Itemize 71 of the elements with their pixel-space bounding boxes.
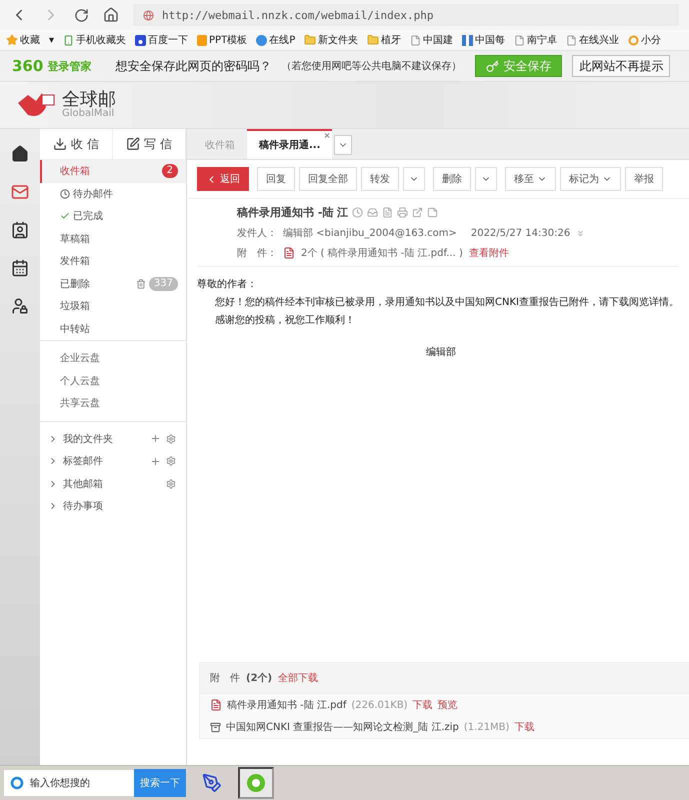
folder-item[interactable]: 草稿箱 <box>40 228 186 250</box>
bookmark[interactable]: 南宁卓 <box>514 33 558 47</box>
save-password-question: 想安全保存此网页的密码吗？ <box>115 58 272 74</box>
bookmark[interactable]: 中国每 <box>462 33 506 47</box>
address-bar[interactable]: http://webmail.nnzk.com/webmail/index.php <box>133 4 679 26</box>
brand-logo: 360 <box>12 57 44 75</box>
cloud-drive-item[interactable]: 个人云盘 <box>40 370 186 392</box>
count-badge: 337 <box>148 276 178 291</box>
toolbar-button[interactable]: 回复全部 <box>299 167 357 191</box>
bookmark[interactable]: 在线兴业 <box>566 33 620 47</box>
cloud-drive-item[interactable]: 共享云盘 <box>40 392 186 414</box>
bookmark[interactable]: ▾ <box>49 34 54 46</box>
folder-group[interactable]: 我的文件夹 <box>63 432 145 446</box>
logo-subtitle: GlobalMail <box>62 109 116 119</box>
cloud-drive-item[interactable]: 企业云盘 <box>40 347 186 370</box>
file-name: 中国知网CNKI 查重报告——知网论文检测_陆 江.zip <box>226 720 459 734</box>
bookmark[interactable]: PPT模板 <box>197 33 248 47</box>
folder-item[interactable]: 垃圾箱 <box>40 295 186 318</box>
mail-date: 2022/5/27 14:30:26 <box>470 228 570 238</box>
toolbar-button[interactable]: 回复 <box>257 167 295 191</box>
search-field[interactable]: 输入你想搜的 <box>4 770 134 796</box>
never-button[interactable]: 此网站不再提示 <box>572 55 670 77</box>
folder-item[interactable]: 已删除 337 <box>40 272 186 295</box>
sender-label: 发件人： <box>237 227 277 240</box>
brand-name: 登录管家 <box>47 58 92 74</box>
download-all-link[interactable]: 全部下载 <box>278 671 318 685</box>
toolbar-button[interactable]: 删除 <box>433 167 471 191</box>
tab[interactable]: 稿件录用通... × <box>247 129 332 159</box>
bookmark[interactable]: 手机收藏夹 <box>63 33 126 47</box>
back-button[interactable]: 返回 <box>197 167 249 191</box>
bookmark[interactable]: 植牙 <box>367 33 402 47</box>
hint-text: （若您使用网吧等公共电脑不建议保存） <box>281 60 462 73</box>
search-button[interactable]: 搜索一下 <box>134 769 186 797</box>
folder-item[interactable]: 中转站 <box>40 318 186 340</box>
logo-title: 全球邮 <box>62 91 116 109</box>
bookmark[interactable]: 百度一下 <box>135 33 188 47</box>
bookmark[interactable]: 新文件夹 <box>304 33 358 47</box>
attachment-count: (2个) <box>246 672 272 685</box>
folder-group[interactable]: 其他邮箱 <box>63 476 161 491</box>
mail-subject: 稿件录用通知书 -陆 江 <box>237 205 348 220</box>
file-action-link[interactable]: 预览 <box>438 698 458 712</box>
bookmark[interactable]: 中国建 <box>410 33 454 47</box>
count-badge: 2 <box>162 164 178 178</box>
signature-text: 编辑部 <box>425 346 457 359</box>
file-size: (1.21MB) <box>464 722 510 732</box>
close-icon[interactable]: × <box>324 131 330 140</box>
file-action-link[interactable]: 下载 <box>412 698 433 712</box>
bookmark[interactable]: 在线P <box>256 33 296 47</box>
bookmark[interactable]: 小分 <box>628 33 662 47</box>
body-paragraph: 感谢您的投稿，祝您工作顺利！ <box>215 314 356 327</box>
folder-group[interactable]: 待办事项 <box>63 499 176 514</box>
folder-item[interactable]: 已完成 <box>40 205 186 228</box>
attachments-label: 附 件 <box>210 672 240 685</box>
body-paragraph: 您好！您的稿件经本刊审核已被录用，录用通知书以及中国知网CNKI查重报告已附件，请下载阅览详情。 <box>215 296 680 309</box>
attachment-summary: 2个 ( 稿件录用通知书 -陆 江.pdf... ) <box>301 246 463 260</box>
file-size: (226.01KB) <box>351 700 408 710</box>
toolbar-button[interactable]: 举报 <box>625 167 663 191</box>
menu-button[interactable]: 移至 <box>505 167 556 191</box>
file-name: 稿件录用通知书 -陆 江.pdf <box>227 698 346 712</box>
greeting-text: 尊敬的作者： <box>197 278 258 291</box>
toolbar-button[interactable]: 转发 <box>361 167 399 191</box>
view-attachments-link[interactable]: 查看附件 <box>468 246 509 260</box>
file-action-link[interactable]: 下载 <box>514 720 534 734</box>
menu-button[interactable]: 标记为 <box>560 167 621 191</box>
folder-item[interactable]: 待办邮件 <box>40 182 186 205</box>
attachment-label: 附 件： <box>237 247 277 260</box>
bookmark[interactable]: 收藏 <box>6 33 40 47</box>
folder-item[interactable]: 发件箱 <box>40 250 186 272</box>
folder-group[interactable]: 标签邮件 <box>63 454 145 468</box>
sender-address: 编辑部 <bianjibu_2004@163.com> <box>283 226 457 240</box>
folder-item[interactable]: 收件箱 2 <box>40 160 186 182</box>
